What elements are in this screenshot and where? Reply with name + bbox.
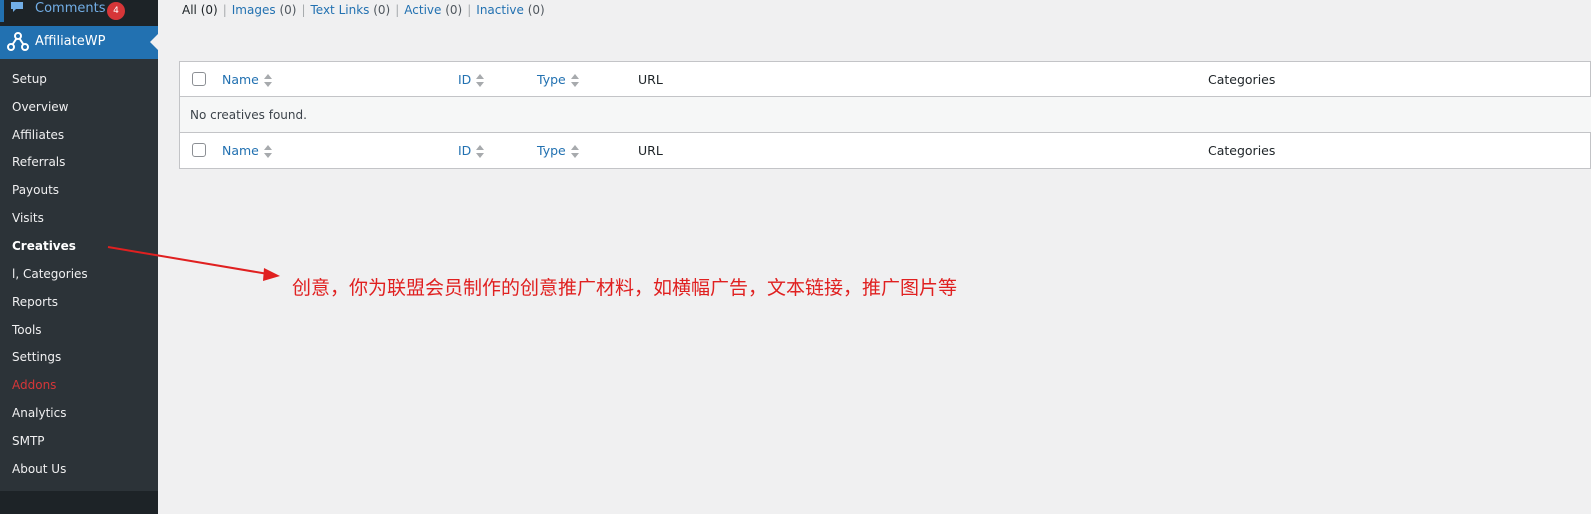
column-header-type[interactable]: Type [537, 72, 579, 88]
sidebar-item-label: Categories [22, 267, 88, 281]
sort-icon [570, 73, 579, 88]
column-header-id[interactable]: ID [458, 72, 485, 88]
filter-count: (0) [200, 3, 218, 17]
categories-prefix: l, [12, 267, 20, 281]
sidebar-item-reports[interactable]: Reports [12, 295, 58, 309]
affiliatewp-logo-icon [7, 32, 29, 51]
sort-icon [476, 73, 485, 88]
plugin-menu-title: AffiliateWP [35, 34, 106, 49]
filter-label: All [182, 3, 197, 17]
column-label: Type [537, 143, 566, 158]
sidebar-item-affiliates[interactable]: Affiliates [12, 128, 64, 142]
column-label: ID [458, 72, 472, 87]
sidebar-item-about-us[interactable]: About Us [12, 462, 66, 476]
comments-count-badge: 4 [107, 2, 125, 20]
filter-label: Inactive [476, 3, 524, 17]
annotation-text: 创意，你为联盟会员制作的创意推广材料，如横幅广告，文本链接，推广图片等 [292, 277, 958, 299]
filter-text-links[interactable]: Text Links [310, 3, 369, 17]
filter-images[interactable]: Images [232, 3, 276, 17]
filter-count: (0) [373, 3, 391, 17]
column-footer-name[interactable]: Name [222, 143, 272, 159]
table-header-row: Name ID Type URL Categories [180, 62, 1591, 97]
column-footer-url: URL [638, 143, 663, 158]
filter-count: (0) [445, 3, 463, 17]
column-header-name[interactable]: Name [222, 72, 272, 88]
sidebar-item-setup[interactable]: Setup [12, 72, 47, 86]
column-label: ID [458, 143, 472, 158]
sort-icon [570, 144, 579, 159]
admin-sidebar: Comments 4 AffiliateWP Setup Overview Af… [0, 0, 158, 514]
filter-separator: | [222, 3, 227, 17]
column-label: Name [222, 143, 259, 158]
sidebar-item-label: Comments [35, 1, 106, 16]
empty-table-message: No creatives found. [190, 108, 307, 122]
sort-icon [263, 73, 272, 88]
column-footer-categories: Categories [1208, 143, 1276, 158]
sidebar-item-comments[interactable]: Comments 4 [0, 0, 158, 22]
comment-icon [11, 2, 23, 12]
current-menu-caret [150, 34, 158, 50]
filter-label: Text Links [310, 3, 370, 17]
column-header-categories: Categories [1208, 72, 1276, 87]
page: Comments 4 AffiliateWP Setup Overview Af… [0, 0, 1591, 514]
select-all-checkbox-footer[interactable] [192, 143, 206, 157]
column-footer-type[interactable]: Type [537, 143, 579, 159]
column-footer-id[interactable]: ID [458, 143, 485, 159]
sidebar-item-categories[interactable]: l, Categories [12, 267, 88, 281]
filter-all[interactable]: All (0) [182, 3, 218, 17]
column-label: Type [537, 72, 566, 87]
sidebar-item-visits[interactable]: Visits [12, 211, 44, 225]
filter-count: (0) [527, 3, 545, 17]
sidebar-item-payouts[interactable]: Payouts [12, 183, 59, 197]
filter-separator: | [467, 3, 472, 17]
sidebar-item-creatives[interactable]: Creatives [12, 239, 76, 253]
creatives-table: Name ID Type URL Categories No creatives… [179, 61, 1591, 169]
sidebar-item-smtp[interactable]: SMTP [12, 434, 45, 448]
sidebar-item-overview[interactable]: Overview [12, 100, 69, 114]
filter-count: (0) [279, 3, 297, 17]
filter-active[interactable]: Active [404, 3, 441, 17]
table-footer-row: Name ID Type URL Categories [180, 133, 1591, 168]
filter-separator: | [301, 3, 306, 17]
filter-separator: | [395, 3, 400, 17]
sidebar-item-referrals[interactable]: Referrals [12, 155, 65, 169]
sidebar-item-settings[interactable]: Settings [12, 350, 61, 364]
status-filter-links: All (0) | Images (0) | Text Links (0) | Active… [182, 3, 545, 17]
column-label: Name [222, 72, 259, 87]
affiliatewp-submenu: Setup Overview Affiliates Referrals Payo… [0, 59, 158, 491]
sidebar-item-tools[interactable]: Tools [12, 323, 42, 337]
filter-inactive[interactable]: Inactive [476, 3, 524, 17]
sort-icon [476, 144, 485, 159]
column-header-url: URL [638, 72, 663, 87]
menu-accent-bar [0, 0, 4, 22]
filter-label: Active [404, 3, 442, 17]
table-row: No creatives found. [180, 97, 1591, 133]
sidebar-item-affiliatewp[interactable]: AffiliateWP [0, 26, 158, 59]
select-all-checkbox[interactable] [192, 72, 206, 86]
filter-label: Images [231, 3, 276, 17]
sort-icon [263, 144, 272, 159]
sidebar-item-analytics[interactable]: Analytics [12, 406, 67, 420]
sidebar-item-addons[interactable]: Addons [12, 378, 56, 392]
